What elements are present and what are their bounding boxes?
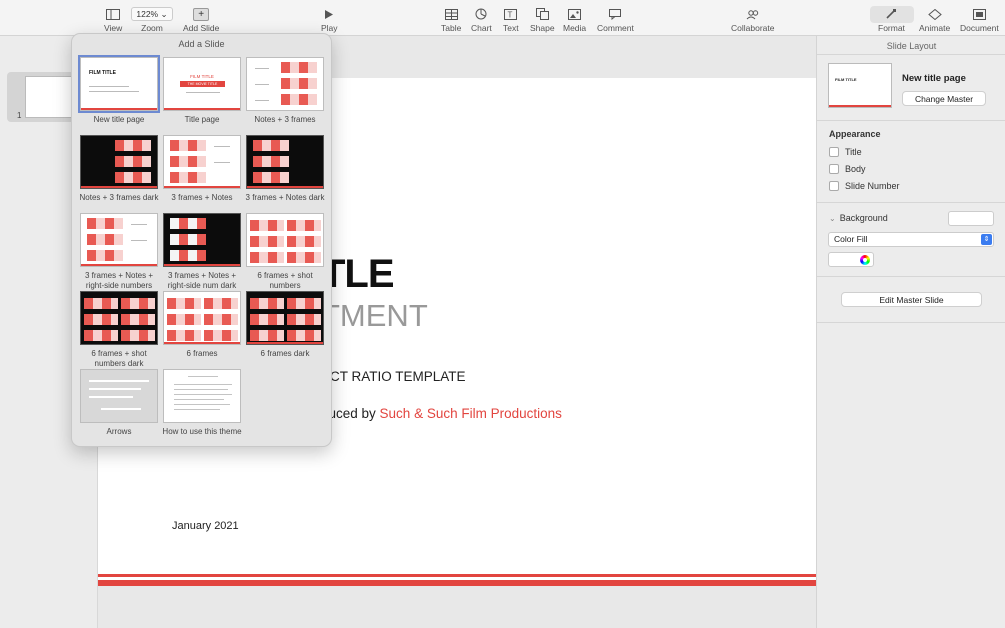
layout-thumb [163,135,241,189]
popover-title: Add a Slide [178,39,225,49]
layout-3-frames-notes-right-num-dark[interactable]: 3 frames + Notes + right-side num dark [162,213,242,291]
layout-new-title-page[interactable]: FILM TITLE New title page [79,57,159,125]
body-checkbox[interactable] [829,164,839,174]
plus-icon: + [193,7,210,21]
format-button[interactable]: Format [878,7,905,33]
layout-thumb [163,213,241,267]
inspector-panel: Slide Layout FILM TITLE New title page C… [816,36,1005,628]
view-button[interactable]: View [104,7,122,33]
layout-title-page[interactable]: FILM TITLE THE MOVIE TITLE Title page [162,57,242,125]
slide-number-checkbox-row[interactable]: Slide Number [829,181,900,191]
aspect-ratio-text[interactable]: ECT RATIO TEMPLATE [321,369,466,384]
divider [817,54,1005,55]
document-icon [972,7,986,21]
paintbrush-icon [885,7,897,21]
diamond-icon [927,7,942,21]
add-slide-button[interactable]: + Add Slide [183,7,219,33]
accent-stripe-bottom [98,580,816,586]
zoom-value[interactable]: 122% ⌄ [131,7,173,21]
accent-stripe [98,574,816,577]
layout-thumb [246,213,324,267]
appearance-heading: Appearance [829,129,881,139]
shape-button[interactable]: Shape [530,7,555,33]
title-checkbox-row[interactable]: Title [829,147,862,157]
layout-3-frames-notes-right-numbers[interactable]: 3 frames + Notes + right-side numbers [79,213,159,291]
layout-notes-3-frames[interactable]: Notes + 3 frames [245,57,325,125]
color-wheel-icon[interactable] [860,255,870,265]
pie-chart-icon [475,7,487,21]
layout-how-to-use[interactable]: How to use this theme [162,369,242,437]
master-thumb-title: FILM TITLE [835,77,857,82]
layout-thumb [80,369,158,423]
toolbar: View 122% ⌄ Zoom + Add Slide Play Table … [0,0,1005,36]
layout-6-frames[interactable]: 6 frames [162,291,242,359]
layout-thumb [80,135,158,189]
media-button[interactable]: Media [563,7,586,33]
sidebar-icon [106,7,121,21]
table-button[interactable]: Table [441,7,461,33]
document-button[interactable]: Document [960,7,999,33]
studio-name: Such & Such Film Productions [379,406,562,421]
slide-number: 1 [17,111,22,120]
text-button[interactable]: T Text [503,7,519,33]
title-checkbox[interactable] [829,147,839,157]
photo-icon [568,7,582,21]
layout-3-frames-notes-dark[interactable]: 3 frames + Notes dark [245,135,325,203]
table-icon [444,7,458,21]
animate-button[interactable]: Animate [919,7,950,33]
slide-number-checkbox[interactable] [829,181,839,191]
layout-thumb [80,213,158,267]
edit-master-slide-button[interactable]: Edit Master Slide [841,292,982,307]
master-name: New title page [902,73,966,84]
fill-type-select[interactable]: Color Fill ⇕ [828,232,994,247]
layout-thumb [80,291,158,345]
comment-icon [609,7,622,21]
slide-date[interactable]: January 2021 [172,520,239,532]
layout-3-frames-notes[interactable]: 3 frames + Notes [162,135,242,203]
layout-arrows[interactable]: Arrows [79,369,159,437]
change-master-button[interactable]: Change Master [902,91,986,106]
master-thumbnail[interactable]: FILM TITLE [828,63,892,108]
play-icon [324,7,334,21]
zoom-control[interactable]: 122% ⌄ Zoom [131,7,173,33]
background-swatch[interactable] [948,211,994,226]
layout-thumb [163,291,241,345]
svg-text:T: T [508,10,513,19]
layout-thumb [163,369,241,423]
chevron-down-icon: ⌄ [829,214,836,223]
master-thumb-bar [829,105,891,107]
collaborate-icon [746,7,760,21]
layout-thumb [246,135,324,189]
inspector-title: Slide Layout [886,41,937,51]
slide-subtitle[interactable]: TMENT [321,298,428,334]
layout-6-frames-dark[interactable]: 6 frames dark [245,291,325,359]
divider [817,120,1005,121]
add-slide-popover: Add a Slide FILM TITLE New title page FI… [71,33,332,447]
background-heading[interactable]: ⌄ Background [829,213,888,223]
collaborate-button[interactable]: Collaborate [731,7,774,33]
produced-by-text[interactable]: duced by Such & Such Film Productions [321,406,562,421]
layout-thumb: FILM TITLE [80,57,158,111]
select-chevron-icon: ⇕ [981,234,992,245]
play-button[interactable]: Play [321,7,338,33]
layout-notes-3-frames-dark[interactable]: Notes + 3 frames dark [79,135,159,203]
divider [817,276,1005,277]
divider [817,322,1005,323]
layout-thumb [246,57,324,111]
shape-icon [535,7,549,21]
chart-button[interactable]: Chart [471,7,492,33]
body-checkbox-row[interactable]: Body [829,164,866,174]
layout-6-frames-shot-numbers[interactable]: 6 frames + shot numbers [245,213,325,291]
layout-thumb [246,291,324,345]
text-box-icon: T [504,7,518,21]
layout-thumb: FILM TITLE THE MOVIE TITLE [163,57,241,111]
divider [817,202,1005,203]
layout-6-frames-shot-numbers-dark[interactable]: 6 frames + shot numbers dark [79,291,159,369]
comment-button[interactable]: Comment [597,7,634,33]
color-well[interactable] [828,252,874,267]
